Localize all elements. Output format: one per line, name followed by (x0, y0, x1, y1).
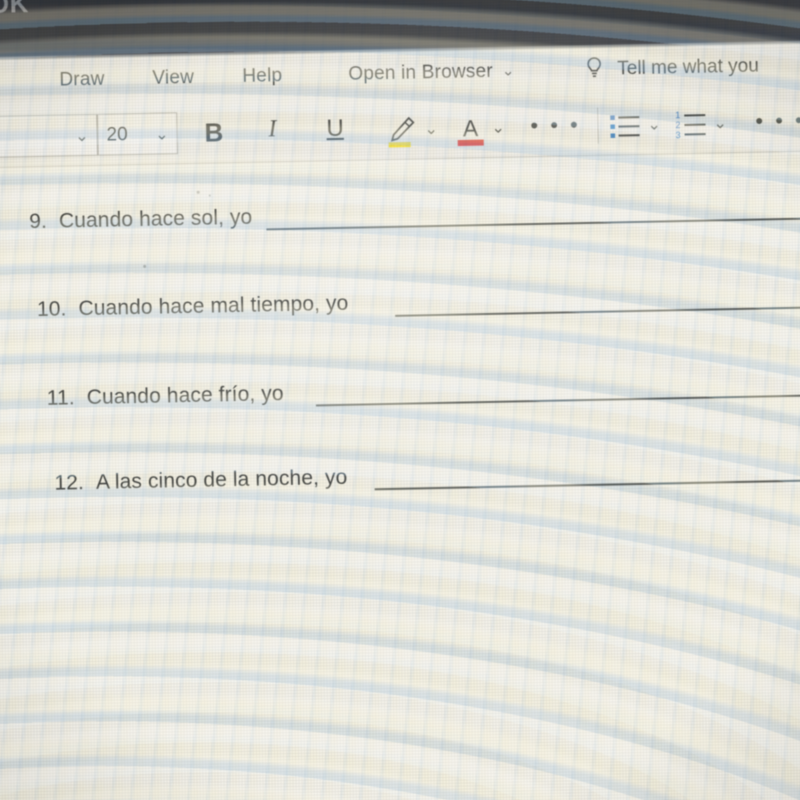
font-name-chevron-down-icon: ⌄ (74, 127, 89, 146)
question-number: 9. (29, 209, 48, 234)
question-number: 10. (36, 297, 67, 322)
screen-speck (143, 264, 147, 268)
highlighter-pen-icon[interactable] (384, 113, 419, 150)
question-number: 12. (54, 471, 85, 495)
window-title: OK (0, 0, 30, 19)
answer-blank-line (266, 217, 800, 230)
font-size-combo[interactable]: 20 ⌄ (97, 112, 178, 156)
screen-surface: OK ert Draw View Help Open in Browser⌄ T… (0, 0, 800, 800)
menu-item-help[interactable]: Help (242, 65, 282, 88)
svg-text:2: 2 (675, 120, 680, 130)
numbered-list-icon[interactable]: 1 2 3 (675, 109, 708, 142)
font-color-chevron-down-icon[interactable]: ⌄ (491, 118, 505, 138)
more-text-options-button[interactable]: • • • (530, 112, 581, 138)
lightbulb-icon[interactable] (584, 56, 605, 82)
answer-blank-line (395, 306, 800, 317)
menu-item-open-in-browser[interactable]: Open in Browser ⌄ (348, 60, 515, 85)
svg-text:3: 3 (676, 130, 681, 140)
question-item: 11. Cuando hace frío, yo (47, 382, 284, 411)
font-name-combo[interactable]: Light ⌄ (0, 113, 98, 160)
question-text: A las cinco de la noche, yo (95, 465, 348, 494)
question-text: Cuando hace frío, yo (86, 382, 284, 410)
numbered-list-chevron-down-icon[interactable]: ⌄ (713, 113, 727, 133)
bold-button[interactable]: B (204, 117, 223, 148)
toolbar-divider (597, 107, 599, 144)
question-text: Cuando hace sol, yo (58, 205, 253, 233)
bulleted-list-icon[interactable] (609, 110, 642, 143)
question-item: 12. A las cinco de la noche, yo (54, 466, 347, 496)
underline-button[interactable]: U (326, 115, 344, 143)
highlight-chevron-down-icon[interactable]: ⌄ (424, 119, 438, 139)
screen-speck (196, 190, 200, 194)
menu-item-open-in-browser-label: Open in Browser (348, 60, 494, 85)
question-text: Cuando hace mal tiempo, yo (78, 291, 349, 321)
italic-button[interactable]: I (268, 116, 277, 143)
more-paragraph-options-button[interactable]: • • • (755, 108, 800, 134)
bulleted-list-chevron-down-icon[interactable]: ⌄ (647, 114, 661, 134)
question-number: 11. (46, 386, 75, 410)
question-item: 10. Cuando hace mal tiempo, yo (37, 292, 349, 322)
screen-speck (208, 194, 211, 197)
font-color-icon[interactable]: A (454, 112, 487, 149)
svg-text:1: 1 (675, 110, 680, 120)
question-item: 9. Cuando hace sol, yo (29, 206, 253, 234)
answer-blank-line (315, 394, 800, 406)
answer-blank-line (374, 479, 800, 490)
font-size-chevron-down-icon: ⌄ (154, 126, 169, 144)
menu-item-view[interactable]: View (152, 67, 194, 90)
document-page[interactable]: 9. Cuando hace sol, yo 10. Cuando hace mal… (0, 151, 800, 800)
chevron-down-icon: ⌄ (501, 62, 515, 80)
photographed-screen: OK ert Draw View Help Open in Browser⌄ T… (0, 0, 800, 800)
menu-item-draw[interactable]: Draw (59, 69, 105, 92)
tell-me-search[interactable]: Tell me what you (617, 56, 759, 81)
svg-text:A: A (463, 115, 480, 141)
font-size-value: 20 (106, 124, 128, 146)
